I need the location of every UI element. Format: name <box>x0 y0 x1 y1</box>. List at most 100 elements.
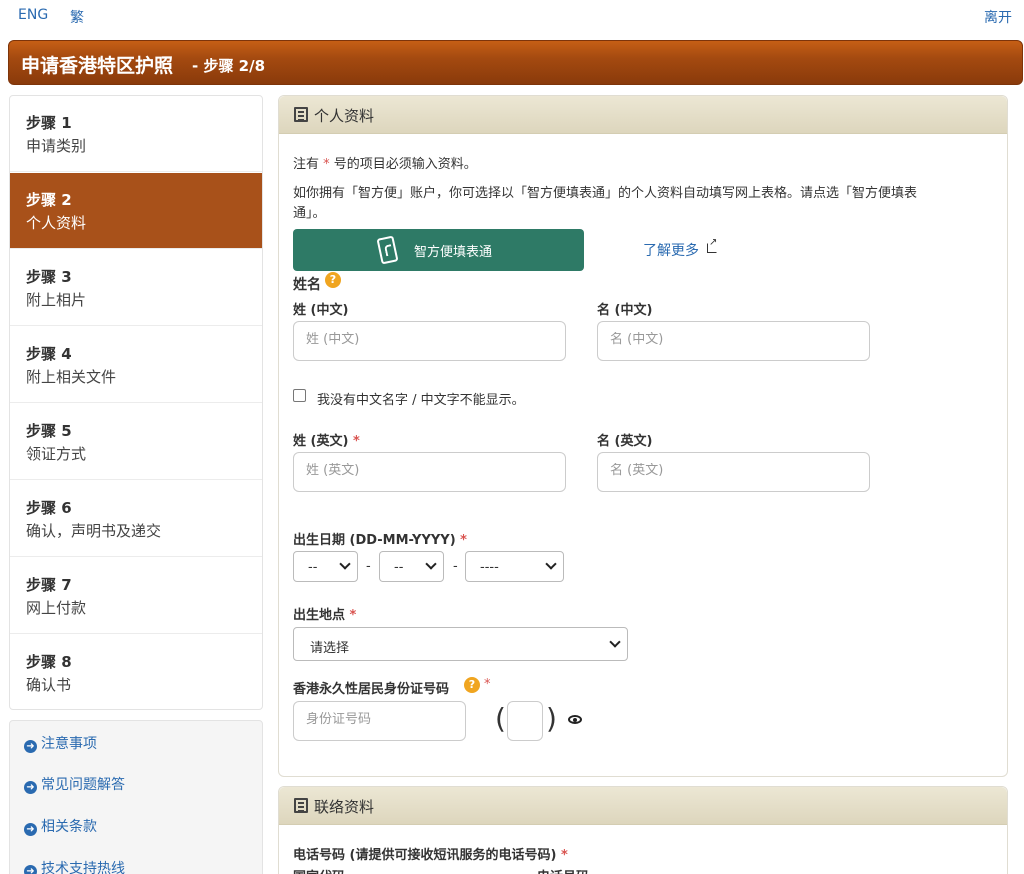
learn-more-link[interactable]: 了解更多 <box>643 240 699 260</box>
required-star: * <box>349 608 357 623</box>
given-name-english-label: 名 (英文) <box>597 434 653 449</box>
place-of-birth-select[interactable]: 请选择 <box>293 627 628 661</box>
hkid-label: 香港永久性居民身份证号码 <box>293 682 450 697</box>
phone-label: 电话号码 (请提供可接收短讯服务的电话号码) * <box>293 844 568 863</box>
panel-title: 联络资料 <box>314 798 375 816</box>
chevron-down-icon <box>425 558 437 570</box>
step-number: 步骤 8 <box>26 653 72 671</box>
surname-chinese-label: 姓 (中文) <box>293 303 349 318</box>
given-name-english-field[interactable] <box>597 452 870 492</box>
panel-title: 个人资料 <box>314 107 375 125</box>
arrow-right-circle-icon: ➜ <box>24 865 37 874</box>
iam-smart-phone-icon <box>376 235 399 265</box>
given-name-chinese-input[interactable] <box>610 332 827 347</box>
step-label: 确认，声明书及递交 <box>26 522 162 540</box>
surname-chinese-field[interactable] <box>293 321 566 361</box>
area-code-label: 国家代码 <box>293 866 345 874</box>
help-links-panel: ➜ 注意事项 ➜ 常见问题解答 ➜ 相关条款 ➜ 技术支持热线 <box>9 720 263 874</box>
steps-sidebar: 步骤 1 申请类别 步骤 2 个人资料 步骤 3 附上相片 步骤 4 附上相关文… <box>9 95 263 710</box>
step-number: 步骤 4 <box>26 345 72 363</box>
list-icon <box>294 107 308 122</box>
iam-smart-description-cont: 通」。 <box>293 206 326 221</box>
dob-year-select[interactable]: ---- <box>465 551 564 582</box>
chevron-down-icon <box>339 558 351 570</box>
surname-english-field[interactable] <box>293 452 566 492</box>
label-text: 电话号码 (请提供可接收短讯服务的电话号码) <box>293 848 557 863</box>
select-value: -- <box>394 560 404 575</box>
link-faq[interactable]: ➜ 常见问题解答 <box>24 774 125 794</box>
language-bar: ENG 繁 离开 <box>0 0 1024 32</box>
date-separator: - <box>453 559 458 574</box>
hkid-check-digit-field[interactable] <box>507 701 543 741</box>
dob-month-select[interactable]: -- <box>379 551 444 582</box>
place-of-birth-label: 出生地点 * <box>293 604 356 623</box>
page-title-bar: 申请香港特区护照 - 步骤 2/8 <box>8 40 1023 85</box>
arrow-right-circle-icon: ➜ <box>24 781 37 794</box>
link-terms[interactable]: ➜ 相关条款 <box>24 816 97 836</box>
no-chinese-name-checkbox[interactable] <box>293 389 306 402</box>
sidebar-step-7[interactable]: 步骤 7 网上付款 <box>10 558 262 634</box>
eye-icon[interactable] <box>568 715 582 724</box>
iam-smart-description: 如你拥有「智方便」账户，你可选择以「智方便填表通」的个人资料自动填写网上表格。请… <box>293 186 918 201</box>
link-support-hotline[interactable]: ➜ 技术支持热线 <box>24 858 125 874</box>
hkid-check-digit-input[interactable] <box>512 712 538 727</box>
hkid-number-input[interactable] <box>306 712 443 727</box>
chevron-down-icon <box>609 636 621 648</box>
sidebar-step-5[interactable]: 步骤 5 领证方式 <box>10 404 262 480</box>
step-label: 申请类别 <box>26 137 87 155</box>
note-text: 号的项目必须输入资料。 <box>333 157 477 172</box>
sidebar-step-8[interactable]: 步骤 8 确认书 <box>10 635 262 709</box>
sidebar-step-1[interactable]: 步骤 1 申请类别 <box>10 96 262 172</box>
close-paren: ) <box>546 702 557 735</box>
link-label: 常见问题解答 <box>41 777 125 793</box>
required-star: * <box>323 157 330 172</box>
given-name-chinese-field[interactable] <box>597 321 870 361</box>
list-icon <box>294 798 308 813</box>
phone-number-label: 电话号码 <box>537 866 589 874</box>
dob-day-select[interactable]: -- <box>293 551 358 582</box>
surname-english-input[interactable] <box>306 463 523 478</box>
surname-chinese-input[interactable] <box>306 332 523 347</box>
dob-label: 出生日期 (DD-MM-YYYY) * <box>293 529 467 548</box>
step-label: 附上相关文件 <box>26 368 117 386</box>
given-name-chinese-label: 名 (中文) <box>597 303 653 318</box>
link-notes[interactable]: ➜ 注意事项 <box>24 733 97 753</box>
no-chinese-name-label: 我没有中文名字 / 中文字不能显示。 <box>317 393 525 408</box>
link-label: 注意事项 <box>41 736 97 752</box>
label-text: 出生地点 <box>293 608 346 623</box>
surname-english-label: 姓 (英文) * <box>293 430 360 449</box>
required-star: * <box>460 533 467 548</box>
page-title: 申请香港特区护照 <box>21 55 174 77</box>
external-link-icon <box>707 237 717 253</box>
panel-header: 联络资料 <box>279 787 1007 825</box>
date-separator: - <box>366 559 371 574</box>
required-star: * <box>560 848 568 863</box>
required-note: 注有 * 号的项目必须输入资料。 <box>293 153 477 172</box>
exit-link[interactable]: 离开 <box>984 7 1012 27</box>
sidebar-step-2[interactable]: 步骤 2 个人资料 <box>10 173 262 249</box>
step-number: 步骤 3 <box>26 268 72 286</box>
name-heading: 姓名 <box>293 277 321 293</box>
step-indicator: - 步骤 2/8 <box>192 57 266 75</box>
given-name-english-input[interactable] <box>610 463 827 478</box>
hkid-number-field[interactable] <box>293 701 466 741</box>
label-text: 出生日期 (DD-MM-YYYY) <box>293 533 456 548</box>
chevron-down-icon <box>545 558 557 570</box>
sidebar-step-4[interactable]: 步骤 4 附上相关文件 <box>10 327 262 403</box>
button-label: 智方便填表通 <box>414 245 493 260</box>
label-text: 姓 (英文) <box>293 434 349 449</box>
step-number: 步骤 1 <box>26 114 72 132</box>
panel-header: 个人资料 <box>279 96 1007 134</box>
lang-english-link[interactable]: ENG <box>18 7 48 23</box>
lang-traditional-link[interactable]: 繁 <box>70 7 84 27</box>
required-star: * <box>352 434 360 449</box>
link-label: 技术支持热线 <box>41 861 125 874</box>
help-icon[interactable]: ? <box>325 272 341 288</box>
sidebar-step-3[interactable]: 步骤 3 附上相片 <box>10 250 262 326</box>
help-icon[interactable]: ? <box>464 677 480 693</box>
step-label: 网上付款 <box>26 599 87 617</box>
step-label: 个人资料 <box>26 214 87 232</box>
step-number: 步骤 5 <box>26 422 72 440</box>
sidebar-step-6[interactable]: 步骤 6 确认，声明书及递交 <box>10 481 262 557</box>
iam-smart-fill-button[interactable]: 智方便填表通 <box>293 229 584 271</box>
